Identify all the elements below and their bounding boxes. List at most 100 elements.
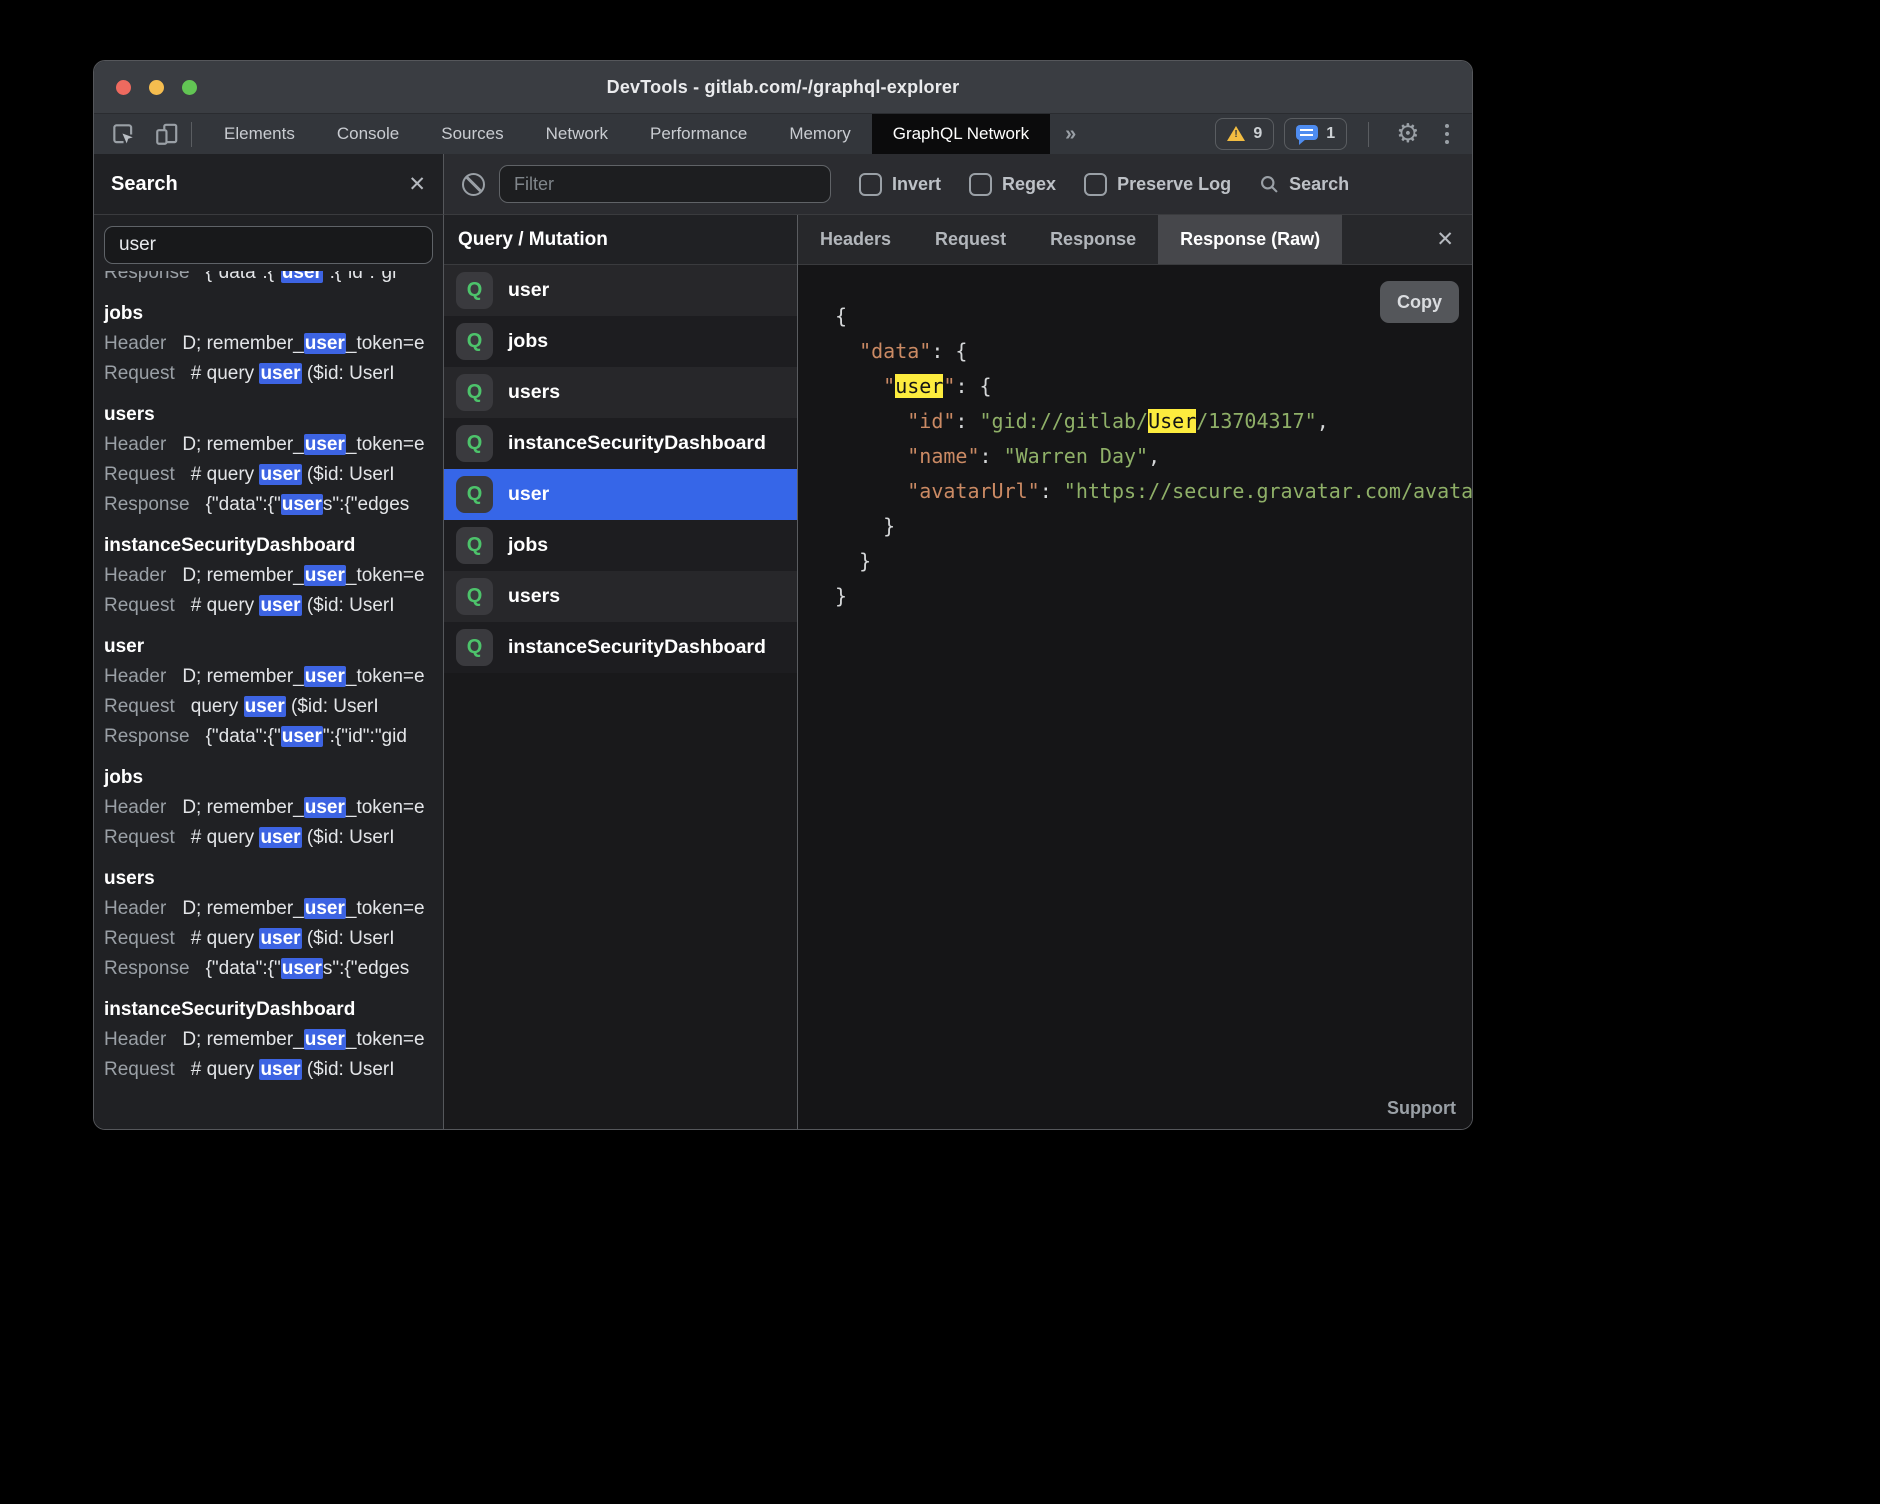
json-token: "avatarUrl" — [907, 479, 1039, 503]
search-input[interactable] — [104, 226, 433, 264]
search-result-label: Header — [104, 1029, 166, 1050]
search-result-text: ($id: UserI — [302, 595, 395, 616]
device-toolbar-icon[interactable] — [154, 121, 180, 147]
query-list-item-jobs[interactable]: Qjobs — [444, 520, 797, 571]
search-match-highlight: user — [304, 666, 346, 687]
settings-gear-icon[interactable]: ⚙ — [1390, 121, 1425, 147]
search-result-group-title[interactable]: instanceSecurityDashboard — [104, 995, 443, 1025]
json-line: "avatarUrl": "https://secure.gravatar.co… — [835, 474, 1472, 509]
devtools-tab-performance[interactable]: Performance — [629, 114, 768, 154]
devtools-window: DevTools - gitlab.com/-/graphql-explorer… — [93, 60, 1473, 1130]
search-result-group-title[interactable]: user — [104, 632, 443, 662]
search-result-line[interactable]: HeaderD; remember_user_token=e — [104, 793, 443, 823]
devtools-tab-console[interactable]: Console — [316, 114, 420, 154]
search-result-label: Request — [104, 928, 175, 949]
search-result-line[interactable]: Response{"data":{"users":{"edges — [104, 954, 443, 984]
search-result-line[interactable]: Request# query user ($id: UserI — [104, 924, 443, 954]
minimize-window-button[interactable] — [149, 80, 164, 95]
search-result-text: D; remember_ — [182, 898, 303, 919]
search-result-group-title[interactable]: jobs — [104, 299, 443, 329]
clear-filter-icon[interactable] — [462, 173, 485, 196]
query-list-item-user[interactable]: Quser — [444, 265, 797, 316]
filter-input[interactable] — [499, 165, 831, 203]
query-list-item-jobs[interactable]: Qjobs — [444, 316, 797, 367]
search-icon — [1259, 174, 1280, 195]
search-result-line[interactable]: HeaderD; remember_user_token=e — [104, 894, 443, 924]
search-match-highlight: user — [304, 434, 346, 455]
query-list-item-instancesecuritydashboard[interactable]: QinstanceSecurityDashboard — [444, 418, 797, 469]
query-name: user — [508, 483, 549, 506]
detail-tab-request[interactable]: Request — [913, 215, 1028, 264]
maximize-window-button[interactable] — [182, 80, 197, 95]
search-result-label: Response — [104, 494, 190, 515]
detail-tab-response-raw[interactable]: Response (Raw) — [1158, 215, 1342, 264]
search-result-line[interactable]: Request# query user ($id: UserI — [104, 591, 443, 621]
search-match-highlight: user — [244, 696, 286, 717]
search-match-highlight: user — [259, 595, 301, 616]
query-list-item-user[interactable]: Quser — [444, 469, 797, 520]
json-token: "name" — [907, 444, 979, 468]
inspect-element-icon[interactable] — [110, 121, 136, 147]
search-match-highlight: user — [304, 1029, 346, 1050]
devtools-tab-memory[interactable]: Memory — [768, 114, 871, 154]
search-result-line[interactable]: Request# query user ($id: UserI — [104, 460, 443, 490]
search-result-text: _token=e — [346, 333, 425, 354]
query-type-badge: Q — [456, 527, 493, 564]
copy-button[interactable]: Copy — [1380, 281, 1459, 323]
search-result-text: ":{"id":"gi — [323, 271, 396, 283]
kebab-menu-icon[interactable] — [1436, 124, 1459, 145]
search-result-line[interactable]: Requestquery user ($id: UserI — [104, 692, 443, 722]
close-detail-icon[interactable]: ✕ — [1418, 215, 1472, 264]
devtools-tab-graphql-network[interactable]: GraphQL Network — [872, 114, 1050, 154]
query-type-badge: Q — [456, 272, 493, 309]
search-toggle[interactable]: Search — [1259, 174, 1349, 195]
json-token: : — [980, 444, 1004, 468]
search-result-line[interactable]: Response{"data":{"user":{"id":"gi — [104, 271, 443, 288]
search-result-text: {"data":{" — [206, 271, 281, 283]
preserve-log-checkbox[interactable] — [1084, 173, 1107, 196]
query-list-item-users[interactable]: Qusers — [444, 571, 797, 622]
search-result-text: {"data":{" — [206, 958, 281, 979]
search-result-text: query — [191, 696, 244, 717]
devtools-tab-network[interactable]: Network — [525, 114, 629, 154]
invert-checkbox[interactable] — [859, 173, 882, 196]
search-result-line[interactable]: HeaderD; remember_user_token=e — [104, 561, 443, 591]
search-match-highlight: user — [259, 928, 301, 949]
detail-tab-headers[interactable]: Headers — [798, 215, 913, 264]
query-list-item-instancesecuritydashboard[interactable]: QinstanceSecurityDashboard — [444, 622, 797, 673]
search-result-text: {"data":{" — [206, 726, 281, 747]
search-result-label: Request — [104, 595, 175, 616]
search-result-line[interactable]: Request# query user ($id: UserI — [104, 359, 443, 389]
search-result-group-title[interactable]: jobs — [104, 763, 443, 793]
support-link[interactable]: Support — [1387, 1098, 1456, 1119]
search-result-line[interactable]: HeaderD; remember_user_token=e — [104, 430, 443, 460]
query-list-item-users[interactable]: Qusers — [444, 367, 797, 418]
search-result-line[interactable]: HeaderD; remember_user_token=e — [104, 1025, 443, 1055]
search-result-line[interactable]: Request# query user ($id: UserI — [104, 823, 443, 853]
regex-checkbox[interactable] — [969, 173, 992, 196]
devtools-tab-elements[interactable]: Elements — [203, 114, 316, 154]
close-window-button[interactable] — [116, 80, 131, 95]
search-result-label: Response — [104, 271, 190, 283]
more-tabs-chevron-icon[interactable]: » — [1050, 114, 1091, 154]
search-result-line[interactable]: HeaderD; remember_user_token=e — [104, 662, 443, 692]
detail-tab-response[interactable]: Response — [1028, 215, 1158, 264]
search-result-line[interactable]: Response{"data":{"users":{"edges — [104, 490, 443, 520]
search-result-group-title[interactable]: instanceSecurityDashboard — [104, 531, 443, 561]
toolbar-right: 9 1 ⚙ — [1215, 114, 1472, 154]
devtools-tab-sources[interactable]: Sources — [420, 114, 524, 154]
query-name: users — [508, 585, 560, 608]
search-result-text: ($id: UserI — [286, 696, 379, 717]
search-result-text: _token=e — [346, 666, 425, 687]
search-result-line[interactable]: HeaderD; remember_user_token=e — [104, 329, 443, 359]
invert-checkbox-group: Invert — [859, 173, 941, 196]
close-search-icon[interactable]: ✕ — [408, 174, 426, 195]
search-result-group-title[interactable]: users — [104, 864, 443, 894]
warnings-badge[interactable]: 9 — [1215, 118, 1274, 150]
search-result-label: Header — [104, 434, 166, 455]
search-result-line[interactable]: Response{"data":{"user":{"id":"gid — [104, 722, 443, 752]
search-result-group-title[interactable]: users — [104, 400, 443, 430]
issues-badge[interactable]: 1 — [1284, 118, 1347, 150]
search-result-line[interactable]: Request# query user ($id: UserI — [104, 1055, 443, 1085]
search-result-text: D; remember_ — [182, 797, 303, 818]
